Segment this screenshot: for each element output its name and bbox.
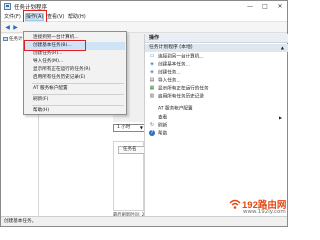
- action-label: 显示所有正在运行的任务: [158, 86, 209, 92]
- create-task-icon: ◈: [150, 61, 154, 67]
- menu-item-enable-history[interactable]: 启用所有任务历史记录(E): [25, 74, 125, 82]
- actions-section-header[interactable]: 任务计划程序 (本地) ▲: [145, 44, 288, 52]
- action-label: AT 服务帐户配置: [158, 106, 193, 112]
- period-select[interactable]: 1 小时 ▼: [113, 124, 145, 132]
- action-label: 连接到另一台计算机...: [158, 54, 204, 60]
- task-scheduler-window: 任务计划程序 — □ ✕ 文件(F) 操作(A) 查看(V) 帮助(H) ◀ ▶…: [0, 0, 288, 227]
- action-label: 帮助: [158, 131, 168, 137]
- minimize-button[interactable]: —: [243, 1, 257, 12]
- menu-item-show-running-tasks[interactable]: 显示所有正在运行的任务(R): [25, 66, 125, 74]
- menu-item-import-task[interactable]: 导入任务(M)...: [25, 58, 125, 66]
- account-config-icon: [149, 105, 155, 111]
- menu-separator: [32, 94, 124, 95]
- chevron-down-icon: ▼: [139, 125, 143, 130]
- action-label: 刷新: [158, 123, 168, 129]
- action-create-basic-task[interactable]: ◈ 创建基本任务...: [149, 61, 190, 69]
- menu-item-create-task[interactable]: 创建任务(R)...: [25, 50, 125, 58]
- menu-separator: [32, 105, 124, 106]
- menu-help[interactable]: 帮助(H): [68, 13, 86, 21]
- back-icon[interactable]: ◀: [4, 24, 11, 31]
- help-icon: ?: [149, 130, 155, 136]
- menu-file[interactable]: 文件(F): [4, 13, 21, 21]
- create-basic-task-highlight-frame: [24, 40, 86, 51]
- running-tasks-icon: ▦: [149, 85, 155, 91]
- task-name-column-header[interactable]: 任务名: [118, 146, 145, 154]
- action-label: 创建任务...: [158, 70, 181, 76]
- action-label: 创建基本任务...: [158, 62, 190, 68]
- action-at-service-config[interactable]: AT 服务帐户配置: [149, 105, 193, 113]
- view-icon: [149, 114, 155, 120]
- menu-separator: [32, 83, 124, 84]
- import-icon: ▤: [149, 77, 155, 83]
- period-value: 1 小时: [117, 125, 131, 130]
- menu-view[interactable]: 查看(V): [47, 13, 64, 21]
- refresh-icon: ↻: [149, 122, 155, 128]
- submenu-arrow-icon: ▶: [279, 115, 283, 120]
- computer-icon: ▭: [149, 53, 155, 59]
- action-enable-history[interactable]: ▥ 启用所有任务历史记录: [149, 93, 204, 101]
- action-label: 导入任务...: [158, 78, 181, 84]
- close-button[interactable]: ✕: [273, 1, 287, 12]
- create-task-icon: ◈: [150, 69, 154, 75]
- maximize-button[interactable]: □: [258, 1, 272, 12]
- actions-header: 操作: [145, 34, 288, 43]
- task-status-table: 任务名: [113, 141, 145, 211]
- action-help[interactable]: ? 帮助: [149, 130, 167, 138]
- menu-item-refresh[interactable]: 刷新(F): [25, 96, 125, 104]
- actions-section-label: 任务计划程序 (本地): [149, 45, 193, 50]
- tree-item-label: 任务计: [9, 37, 23, 42]
- history-icon: ▥: [149, 93, 155, 99]
- forward-icon[interactable]: ▶: [12, 24, 19, 31]
- collapse-up-icon: ▲: [280, 45, 284, 50]
- action-create-task[interactable]: ◈ 创建任务...: [149, 69, 181, 77]
- watermark-url: www.192ly.com: [243, 209, 286, 215]
- site-watermark: 192路由网 www.192ly.com: [228, 197, 288, 223]
- action-refresh[interactable]: ↻ 刷新: [149, 122, 167, 130]
- menu-item-at-service-config[interactable]: AT 服务帐户配置: [25, 85, 125, 93]
- task-scheduler-app-icon: [4, 3, 11, 10]
- action-view[interactable]: 查看 ▶: [149, 114, 282, 122]
- scheduler-tree-icon: [3, 36, 8, 41]
- wifi-logo-icon: [229, 199, 241, 209]
- action-show-running-tasks[interactable]: ▦ 显示所有正在运行的任务: [149, 85, 209, 93]
- actions-panel: 操作 任务计划程序 (本地) ▲ ▭ 连接到另一台计算机... ◈ 创建基本任务..…: [144, 34, 288, 216]
- action-label: 启用所有任务历史记录: [158, 94, 204, 100]
- action-connect-computer[interactable]: ▭ 连接到另一台计算机...: [149, 53, 204, 61]
- menu-item-help[interactable]: 帮助(H): [25, 107, 125, 115]
- action-label: 查看: [158, 115, 168, 121]
- action-import-task[interactable]: ▤ 导入任务...: [149, 77, 181, 85]
- tree-item-task-scheduler-local[interactable]: 任务计: [3, 36, 23, 42]
